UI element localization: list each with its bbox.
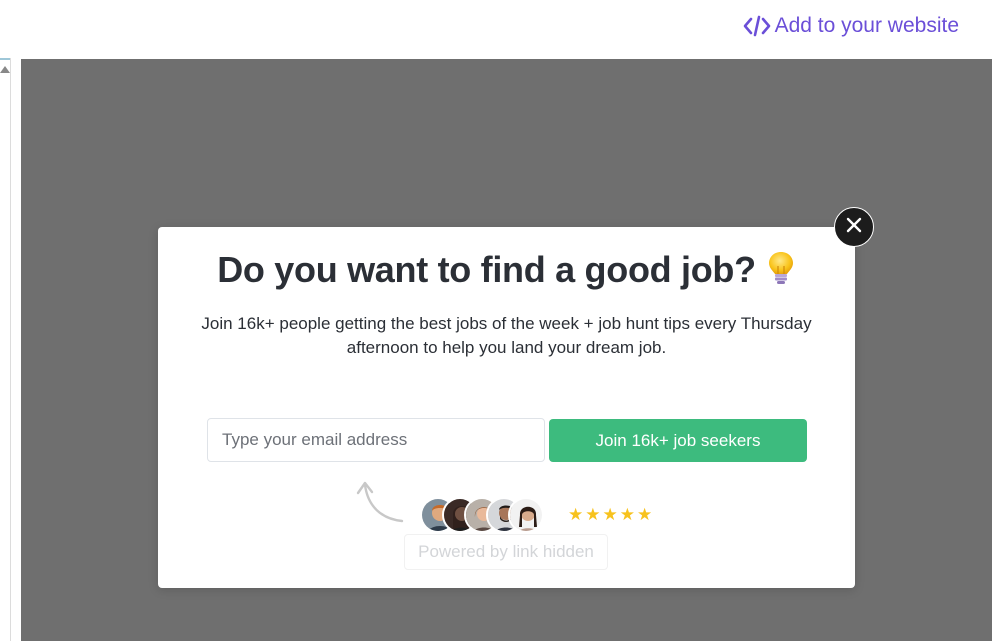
avatar-group bbox=[420, 497, 580, 535]
star-icon: ★ bbox=[637, 505, 653, 524]
top-bar: Add to your website bbox=[0, 0, 1000, 58]
add-to-website-link[interactable]: Add to your website bbox=[743, 14, 959, 38]
close-icon bbox=[846, 217, 862, 238]
powered-by-link[interactable]: Powered by link hidden bbox=[404, 534, 608, 570]
code-brackets-icon bbox=[743, 14, 771, 38]
join-button[interactable]: Join 16k+ job seekers bbox=[549, 419, 807, 462]
curved-arrow-icon bbox=[352, 477, 412, 532]
left-scroll-rail bbox=[0, 58, 11, 641]
popup-title: Do you want to find a good job? bbox=[217, 249, 756, 290]
rating-stars: ★ ★ ★ ★ ★ bbox=[568, 505, 652, 525]
signup-popup: Do you want to find a good job? Join 16k… bbox=[158, 227, 855, 588]
star-icon: ★ bbox=[619, 505, 635, 524]
add-to-website-label: Add to your website bbox=[774, 14, 959, 37]
close-popup-button[interactable] bbox=[834, 207, 874, 247]
popup-subtitle: Join 16k+ people getting the best jobs o… bbox=[201, 314, 812, 357]
star-icon: ★ bbox=[585, 505, 601, 524]
email-input[interactable] bbox=[207, 418, 545, 462]
star-icon: ★ bbox=[602, 505, 618, 524]
star-icon: ★ bbox=[568, 505, 584, 524]
scroll-up-arrow-icon[interactable] bbox=[0, 66, 10, 73]
lightbulb-icon bbox=[766, 250, 796, 295]
rail-accent-line bbox=[0, 58, 10, 60]
powered-by-label: Powered by link hidden bbox=[418, 542, 594, 561]
popup-title-row: Do you want to find a good job? bbox=[158, 249, 855, 295]
avatar bbox=[508, 497, 544, 533]
